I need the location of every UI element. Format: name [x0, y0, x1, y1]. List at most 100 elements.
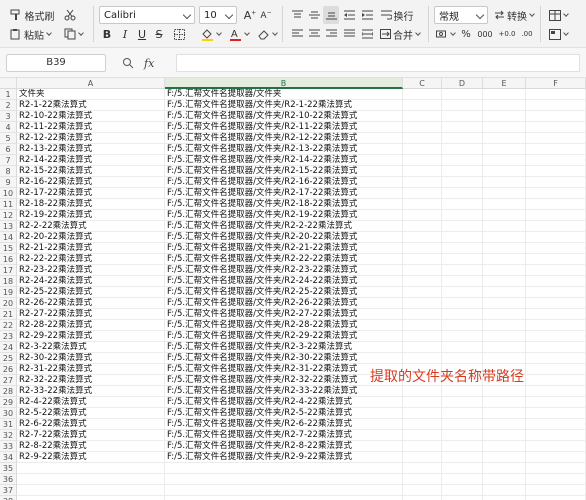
cell-c[interactable] — [403, 353, 442, 364]
cell-d[interactable] — [442, 353, 483, 364]
cell-f[interactable] — [526, 331, 586, 342]
row-header[interactable]: 7 — [0, 155, 17, 166]
cell-a[interactable]: R2-28-22乘法算式 — [17, 320, 165, 331]
underline-button[interactable]: U — [136, 25, 148, 43]
cell-c[interactable] — [403, 287, 442, 298]
cell-c[interactable] — [403, 441, 442, 452]
row-header[interactable]: 30 — [0, 408, 17, 419]
cell-b[interactable]: F:/5.汇帮文件名提取器/文件夹/R2-12-22乘法算式 — [165, 133, 403, 144]
cell-d[interactable] — [442, 133, 483, 144]
cell-b[interactable]: F:/5.汇帮文件名提取器/文件夹/R2-29-22乘法算式 — [165, 331, 403, 342]
cell-f[interactable] — [526, 100, 586, 111]
cell-f[interactable] — [526, 474, 586, 485]
cell-e[interactable] — [483, 353, 526, 364]
cell-style-button[interactable] — [546, 25, 570, 43]
copy-button[interactable] — [62, 25, 84, 43]
row-header[interactable]: 14 — [0, 232, 17, 243]
row-header[interactable]: 5 — [0, 133, 17, 144]
cell-c[interactable] — [403, 276, 442, 287]
cell-d[interactable] — [442, 419, 483, 430]
cell-a[interactable]: R2-16-22乘法算式 — [17, 177, 165, 188]
cell-b[interactable]: F:/5.汇帮文件名提取器/文件夹/R2-16-22乘法算式 — [165, 177, 403, 188]
cell-d[interactable] — [442, 89, 483, 100]
cell-d[interactable] — [442, 276, 483, 287]
cell-f[interactable] — [526, 243, 586, 254]
align-middle-button[interactable] — [306, 6, 322, 24]
row-header[interactable]: 34 — [0, 452, 17, 463]
clear-button[interactable] — [255, 25, 279, 43]
cell-d[interactable] — [442, 386, 483, 397]
row-header[interactable]: 8 — [0, 166, 17, 177]
cell-e[interactable] — [483, 133, 526, 144]
align-right-button[interactable] — [323, 25, 339, 43]
increase-decimal-button[interactable]: +0.0 — [498, 25, 516, 43]
cell-b[interactable] — [165, 496, 403, 500]
cell-b[interactable]: F:/5.汇帮文件名提取器/文件夹/R2-30-22乘法算式 — [165, 353, 403, 364]
row-header[interactable]: 3 — [0, 111, 17, 122]
cell-b[interactable]: F:/5.汇帮文件名提取器/文件夹/R2-31-22乘法算式 — [165, 364, 403, 375]
cell-d[interactable] — [442, 397, 483, 408]
font-name-select[interactable]: Calibri — [99, 6, 195, 24]
cell-e[interactable] — [483, 309, 526, 320]
cell-f[interactable] — [526, 122, 586, 133]
cell-a[interactable]: R2-26-22乘法算式 — [17, 298, 165, 309]
cell-d[interactable] — [442, 474, 483, 485]
cell-f[interactable] — [526, 496, 586, 500]
cell-d[interactable] — [442, 221, 483, 232]
cell-c[interactable] — [403, 166, 442, 177]
cell-a[interactable]: R2-11-22乘法算式 — [17, 122, 165, 133]
cell-d[interactable] — [442, 463, 483, 474]
cell-f[interactable] — [526, 342, 586, 353]
cell-d[interactable] — [442, 320, 483, 331]
cell-f[interactable] — [526, 133, 586, 144]
cell-c[interactable] — [403, 155, 442, 166]
cell-c[interactable] — [403, 210, 442, 221]
cell-f[interactable] — [526, 276, 586, 287]
cell-e[interactable] — [483, 232, 526, 243]
cell-f[interactable] — [526, 166, 586, 177]
cell-d[interactable] — [442, 100, 483, 111]
cell-e[interactable] — [483, 166, 526, 177]
cell-c[interactable] — [403, 309, 442, 320]
cell-d[interactable] — [442, 265, 483, 276]
row-header[interactable]: 9 — [0, 177, 17, 188]
cell-b[interactable] — [165, 463, 403, 474]
cell-b[interactable]: F:/5.汇帮文件名提取器/文件夹/R2-20-22乘法算式 — [165, 232, 403, 243]
cell-c[interactable] — [403, 430, 442, 441]
cell-b[interactable]: F:/5.汇帮文件名提取器/文件夹/R2-7-22乘法算式 — [165, 430, 403, 441]
cell-e[interactable] — [483, 485, 526, 496]
wrap-text-button[interactable]: 换行 — [378, 6, 416, 24]
align-top-button[interactable] — [289, 6, 305, 24]
cell-e[interactable] — [483, 265, 526, 276]
cell-c[interactable] — [403, 496, 442, 500]
cell-d[interactable] — [442, 144, 483, 155]
cell-c[interactable] — [403, 397, 442, 408]
cell-a[interactable]: R2-10-22乘法算式 — [17, 111, 165, 122]
cell-d[interactable] — [442, 452, 483, 463]
cell-c[interactable] — [403, 474, 442, 485]
cell-e[interactable] — [483, 474, 526, 485]
row-header[interactable]: 16 — [0, 254, 17, 265]
cell-c[interactable] — [403, 122, 442, 133]
cell-f[interactable] — [526, 386, 586, 397]
cell-a[interactable]: R2-30-22乘法算式 — [17, 353, 165, 364]
number-format-select[interactable]: 常规 — [434, 6, 488, 24]
cell-c[interactable] — [403, 232, 442, 243]
decrease-indent-button[interactable] — [341, 6, 357, 24]
name-box[interactable]: B39 — [6, 54, 106, 72]
cell-d[interactable] — [442, 430, 483, 441]
cell-a[interactable]: R2-15-22乘法算式 — [17, 166, 165, 177]
cell-a[interactable]: R2-8-22乘法算式 — [17, 441, 165, 452]
borders-button[interactable] — [172, 25, 186, 43]
cell-e[interactable] — [483, 419, 526, 430]
cell-b[interactable]: F:/5.汇帮文件名提取器/文件夹/R2-33-22乘法算式 — [165, 386, 403, 397]
cell-d[interactable] — [442, 177, 483, 188]
row-header[interactable]: 6 — [0, 144, 17, 155]
cell-c[interactable] — [403, 265, 442, 276]
row-header[interactable]: 27 — [0, 375, 17, 386]
cell-c[interactable] — [403, 386, 442, 397]
cell-a[interactable]: R2-1-22乘法算式 — [17, 100, 165, 111]
row-header[interactable]: 2 — [0, 100, 17, 111]
cell-a[interactable]: R2-21-22乘法算式 — [17, 243, 165, 254]
cell-b[interactable]: F:/5.汇帮文件名提取器/文件夹/R2-14-22乘法算式 — [165, 155, 403, 166]
